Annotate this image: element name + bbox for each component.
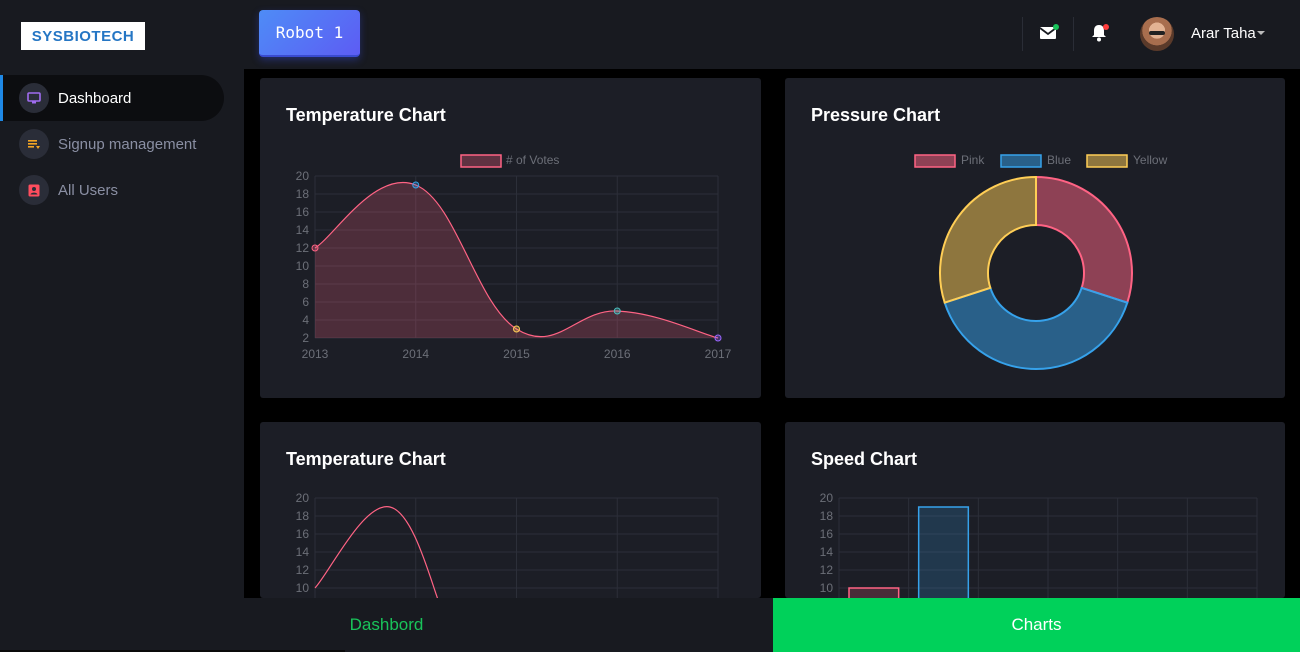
tab-charts[interactable]: Charts	[773, 598, 1300, 652]
bar	[848, 587, 900, 598]
x-tick-label: 2015	[503, 347, 530, 361]
sidebar-item-label: Signup management	[58, 135, 197, 153]
data-point	[412, 181, 420, 189]
bell-icon[interactable]	[1087, 22, 1111, 44]
playlist-icon	[19, 129, 49, 159]
data-point	[311, 244, 319, 252]
legend-label: Pink	[961, 153, 985, 167]
x-tick-label: 2016	[604, 347, 631, 361]
y-tick-label: 16	[296, 527, 310, 541]
data-point	[714, 334, 722, 342]
legend-swatch	[460, 154, 502, 168]
x-tick-label: 2013	[302, 347, 329, 361]
x-tick-label: 2017	[705, 347, 732, 361]
pressure-chart-card: Pressure Chart Pink Blue Yellow	[785, 78, 1285, 398]
top-header: SYSBIOTECH Robot 1 Arar Taha	[0, 0, 1300, 69]
legend-label: Blue	[1047, 153, 1071, 167]
x-tick-label: 2014	[402, 347, 429, 361]
speed-bar-chart: 10 12 14 16 18 20	[820, 491, 1258, 598]
y-tick-label: 12	[820, 563, 834, 577]
monitor-icon	[19, 83, 49, 113]
tab-dashboard[interactable]: Dashbord	[0, 598, 773, 652]
mail-icon[interactable]	[1036, 22, 1060, 44]
mail-status-dot	[1053, 24, 1059, 30]
speed-chart-card: Speed Chart 10 12 14 16 18 20	[785, 422, 1285, 598]
pie-slice	[943, 286, 1129, 370]
y-tick-label: 14	[296, 223, 310, 237]
pressure-doughnut-chart: Pink Blue Yellow	[914, 153, 1168, 370]
y-tick-label: 10	[296, 259, 310, 273]
chevron-down-icon[interactable]	[1257, 31, 1265, 35]
y-tick-label: 10	[820, 581, 834, 595]
y-tick-label: 6	[302, 295, 309, 309]
y-tick-label: 20	[820, 491, 834, 505]
user-name[interactable]: Arar Taha	[1191, 25, 1256, 42]
legend-label: Yellow	[1133, 153, 1168, 167]
y-tick-label: 18	[820, 509, 834, 523]
legend-label: # of Votes	[506, 153, 559, 167]
y-tick-label: 20	[296, 491, 310, 505]
bottom-tab-bar: Dashbord Charts	[0, 598, 1300, 652]
y-tick-label: 18	[296, 509, 310, 523]
sidebar-item-dashboard[interactable]: Dashboard	[0, 75, 224, 121]
y-tick-label: 20	[296, 169, 310, 183]
y-tick-label: 4	[302, 313, 309, 327]
temperature-chart-card: Temperature Chart # of Votes 2 4 6 8 10 12 14 16…	[260, 78, 761, 398]
bar	[917, 506, 970, 598]
pie-slice	[939, 175, 1037, 304]
sidebar-item-label: All Users	[58, 181, 119, 199]
data-point	[513, 325, 520, 333]
y-tick-label: 8	[302, 277, 309, 291]
company-logo[interactable]: SYSBIOTECH	[21, 22, 145, 50]
temperature-line-chart: 10 12 14 16 18 20	[296, 491, 719, 598]
sidebar-item-signup-management[interactable]: Signup management	[0, 121, 224, 167]
pie-slice	[1035, 175, 1133, 304]
contact-icon	[19, 175, 49, 205]
y-tick-label: 10	[296, 581, 310, 595]
header-divider	[1022, 17, 1023, 51]
y-tick-label: 16	[820, 527, 834, 541]
y-tick-label: 14	[820, 545, 834, 559]
legend-swatch	[1000, 154, 1042, 168]
y-tick-label: 14	[296, 545, 310, 559]
notification-dot	[1103, 24, 1109, 30]
header-divider	[1073, 17, 1074, 51]
sidebar-item-all-users[interactable]: All Users	[0, 167, 224, 213]
legend-swatch	[914, 154, 956, 168]
sidebar-item-label: Dashboard	[58, 89, 132, 107]
legend-swatch	[1086, 154, 1128, 168]
temperature-line-chart-card: Temperature Chart 10 12 14 16 18 20	[260, 422, 761, 598]
user-avatar[interactable]	[1140, 17, 1174, 51]
logo-text: SYSBIOTECH	[31, 27, 135, 45]
sidebar: Dashboard Signup management All Users	[0, 69, 244, 598]
y-tick-label: 16	[296, 205, 310, 219]
robot-select-button[interactable]: Robot 1	[259, 10, 360, 57]
y-tick-label: 12	[296, 563, 310, 577]
data-point	[613, 307, 621, 315]
temperature-area-chart: # of Votes 2 4 6 8 10 12 14 16 18 20 2013 2014 2015 20…	[296, 153, 732, 361]
y-tick-label: 2	[302, 331, 309, 345]
y-tick-label: 18	[296, 187, 310, 201]
y-tick-label: 12	[296, 241, 310, 255]
